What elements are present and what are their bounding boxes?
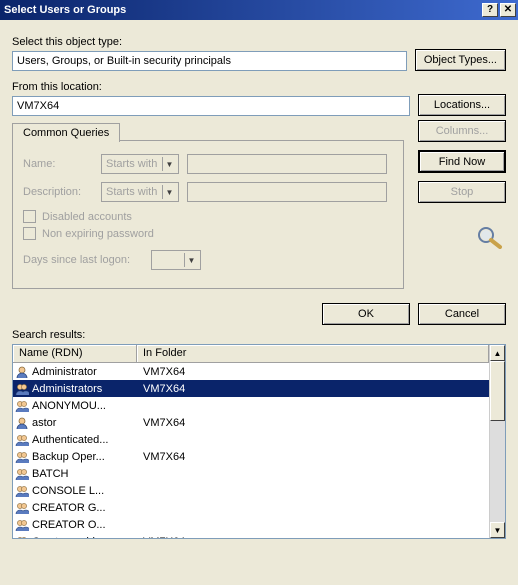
scroll-up-button[interactable]: ▲ (490, 345, 505, 361)
close-button[interactable]: ✕ (500, 3, 516, 17)
list-item-name: Administrators (32, 383, 102, 395)
list-item[interactable]: Authenticated... (13, 431, 489, 448)
description-filter-label: Description: (23, 186, 93, 198)
group-icon (15, 433, 29, 447)
user-icon (15, 416, 29, 430)
group-icon (15, 450, 29, 464)
find-now-button[interactable]: Find Now (418, 150, 506, 173)
list-item-name: CONSOLE L... (32, 485, 104, 497)
list-item-name: astor (32, 417, 56, 429)
object-type-label: Select this object type: (12, 36, 407, 48)
name-mode-combo: Starts with ▼ (101, 154, 179, 174)
scroll-track[interactable] (490, 361, 505, 522)
results-scrollbar[interactable]: ▲ ▼ (489, 345, 505, 538)
list-item-name: BATCH (32, 468, 68, 480)
name-filter-label: Name: (23, 158, 93, 170)
days-since-logon-combo: ▼ (151, 250, 201, 270)
list-item[interactable]: CONSOLE L... (13, 482, 489, 499)
scroll-down-button[interactable]: ▼ (490, 522, 505, 538)
list-item[interactable]: Cryptographic... VM7X64 (13, 533, 489, 538)
from-location-label: From this location: (12, 81, 410, 93)
group-icon (15, 467, 29, 481)
group-icon (15, 535, 29, 539)
group-icon (15, 382, 29, 396)
object-type-field[interactable] (12, 51, 407, 71)
days-since-logon-label: Days since last logon: (23, 254, 143, 266)
disabled-accounts-label: Disabled accounts (42, 211, 132, 223)
group-icon (15, 518, 29, 532)
locations-button[interactable]: Locations... (418, 94, 506, 116)
list-item-name: Authenticated... (32, 434, 108, 446)
group-icon (15, 501, 29, 515)
list-item[interactable]: BATCH (13, 465, 489, 482)
chevron-down-icon: ▼ (184, 253, 198, 267)
window-title: Select Users or Groups (4, 0, 126, 20)
list-item-name: Cryptographic... (32, 536, 110, 539)
list-item-folder: VM7X64 (137, 383, 489, 395)
from-location-field[interactable] (12, 96, 410, 116)
common-queries-group: Common Queries Name: Starts with ▼ Descr… (12, 140, 404, 289)
results-list[interactable]: Name (RDN) In Folder Administrator VM7X64… (12, 344, 506, 539)
list-item[interactable]: ANONYMOU... (13, 397, 489, 414)
list-item[interactable]: CREATOR O... (13, 516, 489, 533)
object-types-button[interactable]: Object Types... (415, 49, 506, 71)
list-item-name: Administrator (32, 366, 97, 378)
stop-button: Stop (418, 181, 506, 203)
list-item-folder: VM7X64 (137, 451, 489, 463)
list-item-name: ANONYMOU... (32, 400, 106, 412)
list-item-name: Backup Oper... (32, 451, 105, 463)
chevron-down-icon: ▼ (162, 185, 176, 199)
help-button[interactable]: ? (482, 3, 498, 17)
titlebar: Select Users or Groups ? ✕ (0, 0, 518, 20)
disabled-accounts-checkbox (23, 210, 36, 223)
group-icon (15, 484, 29, 498)
list-item-folder: VM7X64 (137, 366, 489, 378)
tab-common-queries[interactable]: Common Queries (12, 123, 120, 142)
list-item-name: CREATOR O... (32, 519, 106, 531)
columns-button: Columns... (418, 120, 506, 142)
list-item-folder: VM7X64 (137, 417, 489, 429)
scroll-thumb[interactable] (490, 361, 505, 421)
search-results-label: Search results: (12, 329, 506, 341)
cancel-button[interactable]: Cancel (418, 303, 506, 325)
list-item[interactable]: Backup Oper... VM7X64 (13, 448, 489, 465)
non-expiring-checkbox (23, 227, 36, 240)
list-item[interactable]: Administrator VM7X64 (13, 363, 489, 380)
description-filter-input (187, 182, 387, 202)
list-item-folder: VM7X64 (137, 536, 489, 539)
description-mode-combo: Starts with ▼ (101, 182, 179, 202)
column-header-folder[interactable]: In Folder (137, 345, 489, 363)
list-item-name: CREATOR G... (32, 502, 106, 514)
column-header-name[interactable]: Name (RDN) (13, 345, 137, 363)
ok-button[interactable]: OK (322, 303, 410, 325)
chevron-down-icon: ▼ (162, 157, 176, 171)
list-item[interactable]: Administrators VM7X64 (13, 380, 489, 397)
group-icon (15, 399, 29, 413)
list-item[interactable]: astor VM7X64 (13, 414, 489, 431)
search-icon (474, 225, 506, 249)
non-expiring-label: Non expiring password (42, 228, 154, 240)
list-item[interactable]: CREATOR G... (13, 499, 489, 516)
user-icon (15, 365, 29, 379)
name-filter-input (187, 154, 387, 174)
